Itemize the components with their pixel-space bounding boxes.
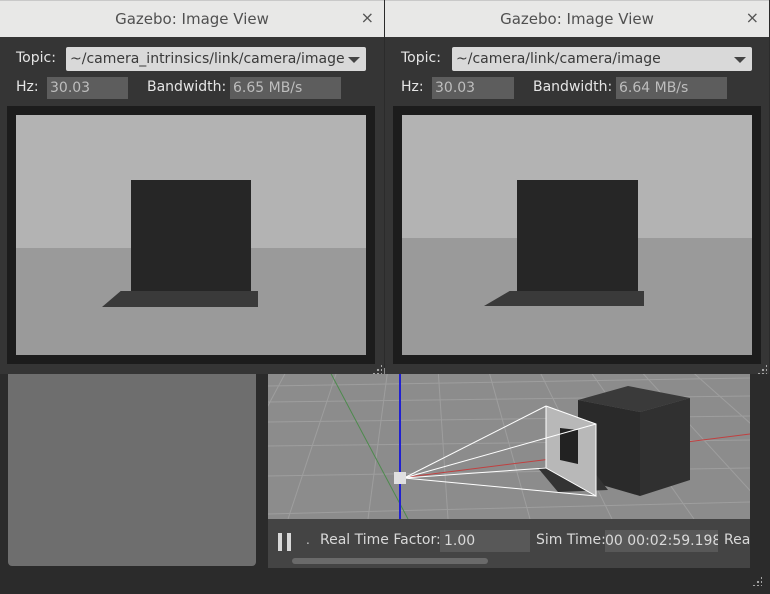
camera-image — [16, 115, 366, 355]
box-object — [517, 180, 638, 291]
camera-image-viewport — [393, 106, 761, 364]
horizontal-scrollbar[interactable] — [292, 558, 488, 564]
resize-grip-icon[interactable] — [752, 576, 762, 586]
3d-scene-viewport[interactable] — [268, 368, 750, 519]
window-titlebar[interactable]: Gazebo: Image View × — [385, 0, 769, 37]
scene-render — [268, 368, 750, 519]
bandwidth-field: 6.64 MB/s — [616, 77, 727, 99]
close-icon[interactable]: × — [746, 8, 759, 27]
image-view-window-right: Gazebo: Image View × Topic: ~/camera/lin… — [385, 0, 769, 374]
hz-field: 30.03 — [47, 77, 128, 99]
bandwidth-label: Bandwidth: — [147, 79, 227, 95]
topic-label: Topic: — [16, 50, 56, 66]
window-title: Gazebo: Image View — [115, 10, 269, 28]
step-button[interactable]: . — [306, 533, 310, 547]
sim-time-label: Sim Time: — [536, 532, 606, 548]
hz-label: Hz: — [16, 79, 39, 95]
topic-dropdown[interactable]: ~/camera/link/camera/image — [452, 47, 752, 71]
topic-label: Topic: — [401, 50, 441, 66]
bandwidth-label: Bandwidth: — [533, 79, 613, 95]
hz-label: Hz: — [401, 79, 424, 95]
camera-image — [402, 115, 752, 355]
box-shadow — [484, 291, 644, 306]
box-shadow — [102, 291, 258, 307]
resize-grip-icon[interactable] — [757, 364, 767, 374]
image-view-window-left: Gazebo: Image View × Topic: ~/camera_int… — [0, 0, 384, 374]
hz-field: 30.03 — [432, 77, 514, 99]
topic-value: ~/camera_intrinsics/link/camera/image — [70, 51, 345, 67]
real-time-label: Rea — [724, 532, 751, 548]
real-time-factor-label: Real Time Factor: — [320, 532, 441, 548]
pause-icon[interactable] — [278, 533, 292, 551]
box-object — [131, 180, 251, 291]
topic-value: ~/camera/link/camera/image — [456, 51, 661, 67]
camera-image-viewport — [7, 106, 375, 364]
left-side-panel — [8, 368, 256, 566]
sim-time-field: 00 00:02:59.198 — [605, 530, 718, 552]
real-time-factor-field: 1.00 — [440, 530, 530, 552]
close-icon[interactable]: × — [361, 8, 374, 27]
topic-dropdown[interactable]: ~/camera_intrinsics/link/camera/image — [66, 47, 366, 71]
simulation-time-bar: . Real Time Factor: 1.00 Sim Time: 00 00… — [268, 519, 750, 568]
chevron-down-icon — [348, 57, 360, 63]
window-title: Gazebo: Image View — [500, 10, 654, 28]
window-titlebar[interactable]: Gazebo: Image View × — [0, 0, 384, 37]
resize-grip-icon[interactable] — [372, 364, 382, 374]
chevron-down-icon — [734, 57, 746, 63]
bandwidth-field: 6.65 MB/s — [230, 77, 341, 99]
